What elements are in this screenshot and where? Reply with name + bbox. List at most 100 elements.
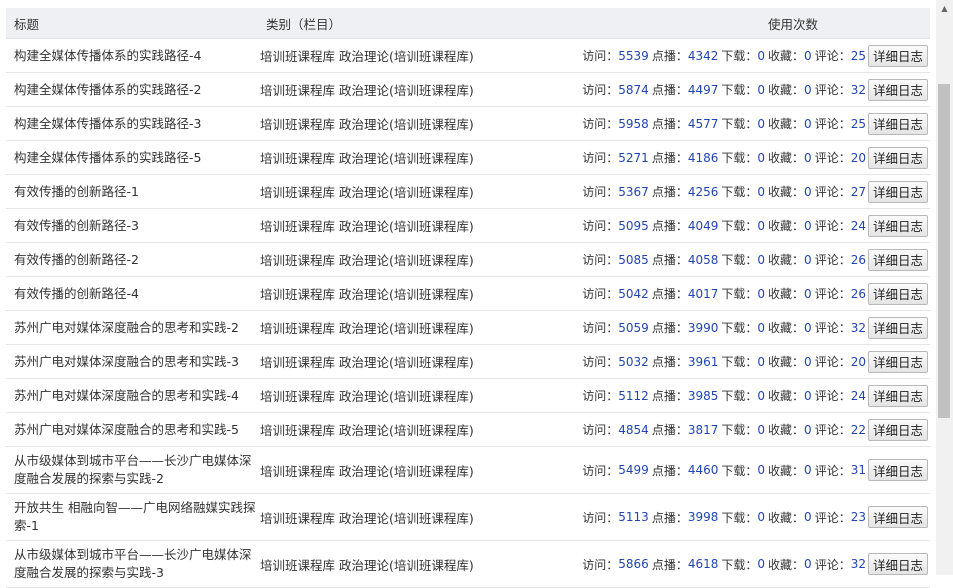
- comment-label: 评论：: [814, 219, 851, 233]
- play-count: 4460: [687, 463, 719, 477]
- collect-count: 0: [804, 510, 812, 524]
- table-row: 有效传播的创新路径-2 培训班课程库 政治理论(培训班课程库) 访问： 5085 点播：…: [6, 243, 930, 277]
- table-row: 有效传播的创新路径-1 培训班课程库 政治理论(培训班课程库) 访问： 5367 点播：…: [6, 175, 930, 209]
- download-label: 下载：: [721, 423, 758, 437]
- play-label: 点播：: [651, 510, 688, 525]
- row-title-cell: 有效传播的创新路径-3: [6, 217, 260, 235]
- detail-log-button[interactable]: 详细日志: [867, 44, 928, 67]
- play-count: 3985: [687, 388, 719, 403]
- collect-count: 0: [804, 354, 812, 369]
- row-category: 培训班课程库 政治理论(培训班课程库): [260, 557, 474, 573]
- visit-label: 访问：: [582, 557, 619, 572]
- play-count: 4256: [687, 184, 719, 199]
- play-label: 点播：: [651, 117, 688, 131]
- row-category: 培训班课程库 政治理论(培训班课程库): [260, 355, 474, 370]
- row-usage: 访问： 5112 点播： 3985 下载： 0 收藏： 0 评论： 24 详细日志: [582, 384, 930, 407]
- collect-label: 收藏：: [768, 185, 805, 199]
- download-count: 0: [757, 82, 766, 97]
- download-label: 下载：: [721, 83, 758, 97]
- collect-count: 0: [804, 463, 812, 477]
- detail-log-button[interactable]: 详细日志: [867, 282, 928, 305]
- row-title-cell: 构建全媒体传播体系的实践路径-2: [6, 81, 260, 99]
- row-title: 有效传播的创新路径-1: [14, 183, 139, 199]
- visit-count: 5367: [618, 184, 649, 199]
- row-title: 苏州广电对媒体深度融合的思考和实践-4: [14, 387, 239, 403]
- row-title: 开放共生 相融向智——广电网络融媒实践探索-1: [14, 500, 256, 533]
- comment-label: 评论：: [814, 557, 851, 572]
- comment-count: 20: [850, 150, 866, 165]
- row-title: 从市级媒体到城市平台——长沙广电媒体深度融合发展的探索与实践-3: [14, 547, 252, 580]
- row-title: 有效传播的创新路径-3: [14, 217, 139, 233]
- download-label: 下载：: [721, 287, 758, 301]
- table-row: 苏州广电对媒体深度融合的思考和实践-4 培训班课程库 政治理论(培训班课程库) 访问…: [6, 379, 930, 413]
- row-title: 构建全媒体传播体系的实践路径-5: [14, 149, 202, 165]
- play-label: 点播：: [651, 287, 688, 301]
- play-count: 4342: [687, 48, 719, 63]
- row-title: 构建全媒体传播体系的实践路径-3: [14, 115, 202, 131]
- scroll-thumb[interactable]: [938, 84, 950, 418]
- table-row: 苏州广电对媒体深度融合的思考和实践-2 培训班课程库 政治理论(培训班课程库) 访问…: [6, 311, 930, 345]
- play-count: 3961: [687, 354, 719, 369]
- comment-label: 评论：: [814, 151, 851, 165]
- download-count: 0: [757, 422, 766, 437]
- comment-count: 31: [850, 463, 866, 477]
- download-label: 下载：: [721, 253, 758, 267]
- collect-label: 收藏：: [768, 355, 805, 369]
- detail-log-button[interactable]: 详细日志: [867, 180, 928, 203]
- download-label: 下载：: [721, 117, 758, 131]
- visit-count: 5874: [618, 82, 649, 97]
- detail-log-button[interactable]: 详细日志: [867, 214, 928, 237]
- detail-log-button[interactable]: 详细日志: [867, 112, 928, 135]
- table-row: 构建全媒体传播体系的实践路径-3 培训班课程库 政治理论(培训班课程库) 访问： 59…: [6, 107, 930, 141]
- table-row: 从市级媒体到城市平台——长沙广电媒体深度融合发展的探索与实践-2 培训班课程库 政…: [6, 447, 930, 494]
- row-title: 构建全媒体传播体系的实践路径-2: [14, 81, 202, 97]
- table-body: 构建全媒体传播体系的实践路径-4 培训班课程库 政治理论(培训班课程库) 访问： 55…: [6, 39, 930, 588]
- collect-label: 收藏：: [768, 287, 805, 301]
- play-count: 4058: [687, 252, 719, 267]
- collect-count: 0: [804, 48, 812, 63]
- detail-log-button[interactable]: 详细日志: [867, 459, 928, 481]
- vertical-scrollbar[interactable]: ▲: [936, 0, 953, 575]
- download-count: 0: [757, 557, 766, 571]
- row-title-cell: 构建全媒体传播体系的实践路径-4: [6, 47, 260, 65]
- visit-count: 4854: [618, 422, 649, 437]
- detail-log-button[interactable]: 详细日志: [867, 316, 928, 339]
- detail-log-button[interactable]: 详细日志: [867, 553, 928, 575]
- visit-count: 5958: [618, 116, 649, 131]
- visit-count: 5085: [618, 252, 649, 267]
- play-label: 点播：: [651, 83, 688, 97]
- play-label: 点播：: [651, 423, 688, 437]
- scroll-up-arrow-icon[interactable]: ▲: [936, 0, 953, 17]
- visit-label: 访问：: [582, 83, 619, 97]
- collect-label: 收藏：: [768, 510, 805, 525]
- header-category: 类别（栏目）: [266, 16, 342, 32]
- comment-count: 26: [850, 286, 866, 301]
- detail-log-button[interactable]: 详细日志: [867, 418, 928, 441]
- detail-log-button[interactable]: 详细日志: [867, 506, 928, 528]
- visit-label: 访问：: [582, 185, 619, 199]
- play-label: 点播：: [651, 49, 688, 63]
- visit-label: 访问：: [582, 219, 619, 233]
- play-count: 4017: [687, 286, 719, 301]
- comment-count: 25: [850, 116, 866, 131]
- visit-count: 5042: [618, 286, 649, 301]
- table-row: 构建全媒体传播体系的实践路径-5 培训班课程库 政治理论(培训班课程库) 访问： 52…: [6, 141, 930, 175]
- play-count: 4497: [687, 82, 719, 97]
- play-count: 3990: [687, 320, 719, 335]
- download-label: 下载：: [721, 49, 758, 63]
- course-usage-table: 标题 类别（栏目） 使用次数 构建全媒体传播体系的实践路径-4 培训班课程库 政治…: [6, 8, 930, 588]
- row-usage: 访问： 5874 点播： 4497 下载： 0 收藏： 0 评论： 32 详细日志: [582, 78, 930, 101]
- detail-log-button[interactable]: 详细日志: [867, 78, 928, 101]
- play-count: 4049: [687, 218, 719, 233]
- row-category: 培训班课程库 政治理论(培训班课程库): [260, 389, 474, 404]
- detail-log-button[interactable]: 详细日志: [867, 384, 928, 407]
- visit-label: 访问：: [582, 117, 619, 131]
- detail-log-button[interactable]: 详细日志: [867, 248, 928, 271]
- collect-count: 0: [804, 252, 812, 267]
- detail-log-button[interactable]: 详细日志: [867, 350, 928, 373]
- play-label: 点播：: [651, 185, 688, 199]
- detail-log-button[interactable]: 详细日志: [867, 146, 928, 169]
- visit-count: 5112: [618, 388, 649, 403]
- download-count: 0: [757, 252, 766, 267]
- row-usage: 访问： 5539 点播： 4342 下载： 0 收藏： 0 评论： 25 详细日志: [582, 44, 930, 67]
